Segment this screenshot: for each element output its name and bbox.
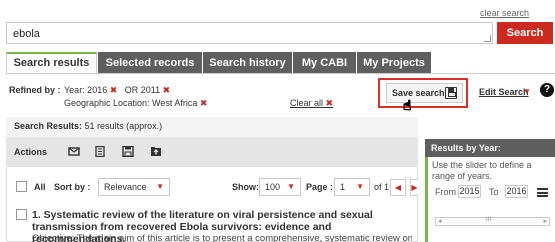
record-checkbox[interactable]	[16, 209, 27, 220]
results-count: 51 results (approx.)	[84, 121, 163, 131]
location-filter-label: Geographic Location: West Africa	[64, 98, 198, 108]
sort-by-select[interactable]: Relevance ▼	[98, 178, 170, 196]
page-select[interactable]: 1 ▼	[334, 178, 370, 196]
help-icon[interactable]: ?	[540, 83, 554, 97]
refined-location-filter: Geographic Location: West Africa ✖	[64, 98, 207, 109]
clear-all-x-icon: ✖	[325, 98, 334, 108]
clear-all-label: Clear all	[290, 98, 324, 108]
save-search-button[interactable]: Save search	[386, 83, 463, 103]
tab-bar: Search results Selected records Search h…	[6, 52, 432, 74]
remove-location-icon[interactable]: ✖	[200, 98, 208, 108]
edit-search-link[interactable]: Edit Search	[479, 87, 529, 97]
tab-my-projects[interactable]: My Projects	[357, 52, 431, 74]
show-count-value: 100	[265, 182, 281, 192]
print-icon[interactable]	[94, 146, 106, 157]
sort-by-value: Relevance	[104, 182, 147, 192]
from-label: From	[435, 187, 456, 197]
from-year-input[interactable]: 2015	[458, 185, 481, 198]
save-records-icon[interactable]	[122, 146, 134, 157]
slider-handle[interactable]: III	[486, 217, 491, 223]
tab-my-cabi[interactable]: My CABI	[293, 52, 356, 74]
year-range-slider[interactable]: ◂ III ▸	[435, 217, 550, 226]
slider-description: Use the slider to define a range of year…	[432, 160, 532, 181]
save-icon	[445, 87, 457, 99]
tabs-divider	[6, 73, 555, 74]
tab-search-results[interactable]: Search results	[6, 52, 97, 74]
prev-page-button[interactable]: ◀	[390, 179, 406, 196]
hand-cursor-icon: ☝	[403, 97, 412, 114]
tab-selected-records[interactable]: Selected records	[98, 52, 202, 74]
clear-search-link[interactable]: clear search	[480, 8, 529, 18]
chevron-down-icon: ▼	[356, 182, 364, 191]
chevron-down-icon: ▼	[156, 182, 164, 191]
results-label: Search Results:	[14, 121, 83, 131]
slider-right-arrow-icon[interactable]: ▸	[543, 217, 547, 225]
year-filter-label: Year: 2016	[64, 85, 108, 95]
sort-by-label: Sort by :	[54, 182, 91, 192]
slider-left-arrow-icon[interactable]: ◂	[438, 217, 442, 225]
record-snippet: Objective: The main aim of this article …	[32, 233, 412, 242]
remove-year-2011-icon[interactable]: ✖	[163, 85, 171, 95]
email-icon[interactable]	[68, 146, 80, 157]
page-label: Page :	[306, 182, 334, 192]
select-all-label: All	[34, 182, 46, 192]
page-of-label: of 1	[374, 182, 390, 192]
show-label: Show:	[232, 182, 259, 192]
show-count-select[interactable]: 100 ▼	[259, 178, 301, 196]
edit-search-caret-icon[interactable]: ▼	[523, 87, 531, 96]
chevron-down-icon: ▼	[287, 182, 295, 191]
export-icon[interactable]	[150, 146, 162, 157]
or-year-filter-label: OR 2011	[124, 85, 161, 95]
search-query: ebola	[13, 28, 40, 40]
actions-label: Actions	[14, 147, 48, 157]
select-all-checkbox[interactable]	[16, 181, 27, 192]
results-by-year-heading: Results by Year:	[425, 139, 555, 157]
results-summary: Search Results: 51 results (approx.)	[6, 117, 418, 137]
clear-all-link[interactable]: Clear all ✖	[290, 98, 333, 109]
next-page-button[interactable]: ▶	[410, 179, 418, 196]
remove-year-2016-icon[interactable]: ✖	[110, 85, 118, 95]
menu-icon[interactable]	[537, 188, 548, 197]
refined-year-filter: Year: 2016 ✖ OR 2011 ✖	[64, 85, 170, 96]
search-input[interactable]: ebola	[6, 22, 493, 44]
search-button[interactable]: Search	[497, 22, 553, 44]
save-search-label: Save search	[392, 88, 445, 98]
to-label: To	[489, 187, 499, 197]
tab-search-history[interactable]: Search history	[203, 52, 292, 74]
refined-by-label: Refined by :	[9, 85, 61, 95]
resize-grip-icon[interactable]	[484, 35, 491, 42]
page-value: 1	[340, 182, 346, 192]
to-year-input[interactable]: 2016	[505, 185, 528, 198]
